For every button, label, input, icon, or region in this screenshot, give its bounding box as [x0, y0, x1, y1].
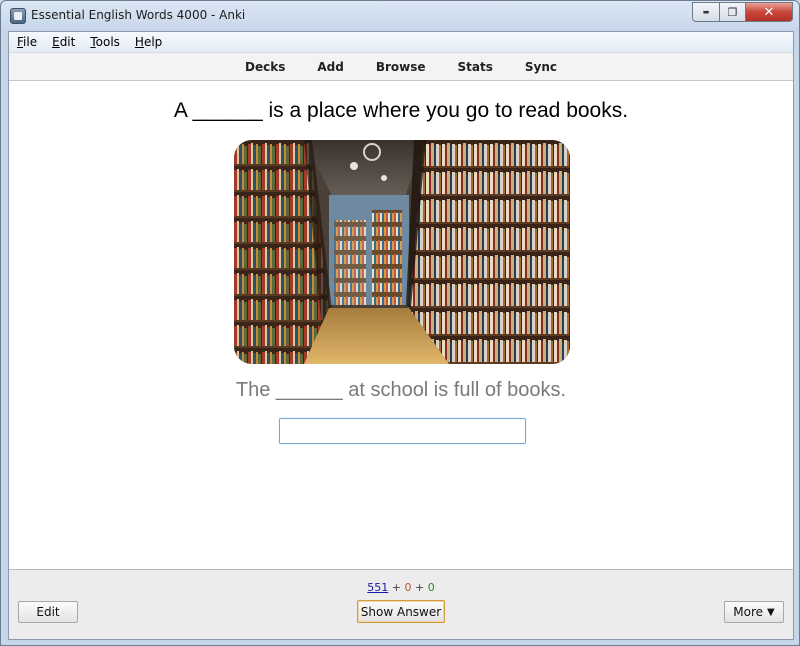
learning-count: 0 — [404, 581, 412, 594]
title-bar[interactable]: Essential English Words 4000 - Anki ▬ ❐ … — [1, 1, 799, 31]
new-count: 551 — [367, 581, 389, 594]
menu-file[interactable]: File — [10, 35, 44, 49]
more-button[interactable]: More ▼ — [724, 601, 784, 623]
anki-icon — [10, 8, 26, 24]
maximize-icon: ❐ — [727, 5, 738, 19]
menu-help[interactable]: Help — [128, 35, 169, 49]
minimize-button[interactable]: ▬ — [692, 2, 720, 22]
menu-tools[interactable]: Tools — [83, 35, 127, 49]
minimize-icon: ▬ — [702, 8, 710, 16]
card-view: A ______ is a place where you go to read… — [9, 81, 793, 570]
menu-edit[interactable]: Edit — [45, 35, 82, 49]
dropdown-caret-icon: ▼ — [767, 606, 775, 618]
card-example-sentence: The ______ at school is full of books. — [235, 379, 567, 401]
due-counts: 551 + 0 + 0 — [9, 581, 793, 594]
bottom-bar: 551 + 0 + 0 Edit Show Answer More ▼ — [9, 570, 793, 639]
count-separator: + — [391, 581, 401, 594]
toolbar-browse[interactable]: Browse — [376, 60, 426, 74]
client-area: File Edit Tools Help Decks Add Browse St… — [8, 31, 794, 640]
toolbar-add[interactable]: Add — [317, 60, 343, 74]
main-toolbar: Decks Add Browse Stats Sync — [9, 53, 793, 81]
more-label: More — [733, 605, 764, 619]
type-answer-input[interactable] — [279, 418, 526, 444]
count-separator: + — [415, 581, 425, 594]
toolbar-decks[interactable]: Decks — [245, 60, 285, 74]
close-icon: ✕ — [763, 4, 775, 20]
show-answer-button[interactable]: Show Answer — [357, 600, 445, 623]
review-count: 0 — [427, 581, 435, 594]
window-title: Essential English Words 4000 - Anki — [31, 8, 246, 22]
window-controls: ▬ ❐ ✕ — [692, 2, 793, 22]
anki-window: Essential English Words 4000 - Anki ▬ ❐ … — [0, 0, 800, 646]
maximize-button[interactable]: ❐ — [720, 2, 746, 22]
toolbar-sync[interactable]: Sync — [525, 60, 557, 74]
menu-bar: File Edit Tools Help — [9, 32, 793, 53]
close-button[interactable]: ✕ — [746, 2, 793, 22]
library-bookshelves-image — [234, 140, 570, 364]
card-question: A ______ is a place where you go to read… — [173, 99, 629, 122]
edit-button[interactable]: Edit — [18, 601, 78, 623]
toolbar-stats[interactable]: Stats — [458, 60, 493, 74]
